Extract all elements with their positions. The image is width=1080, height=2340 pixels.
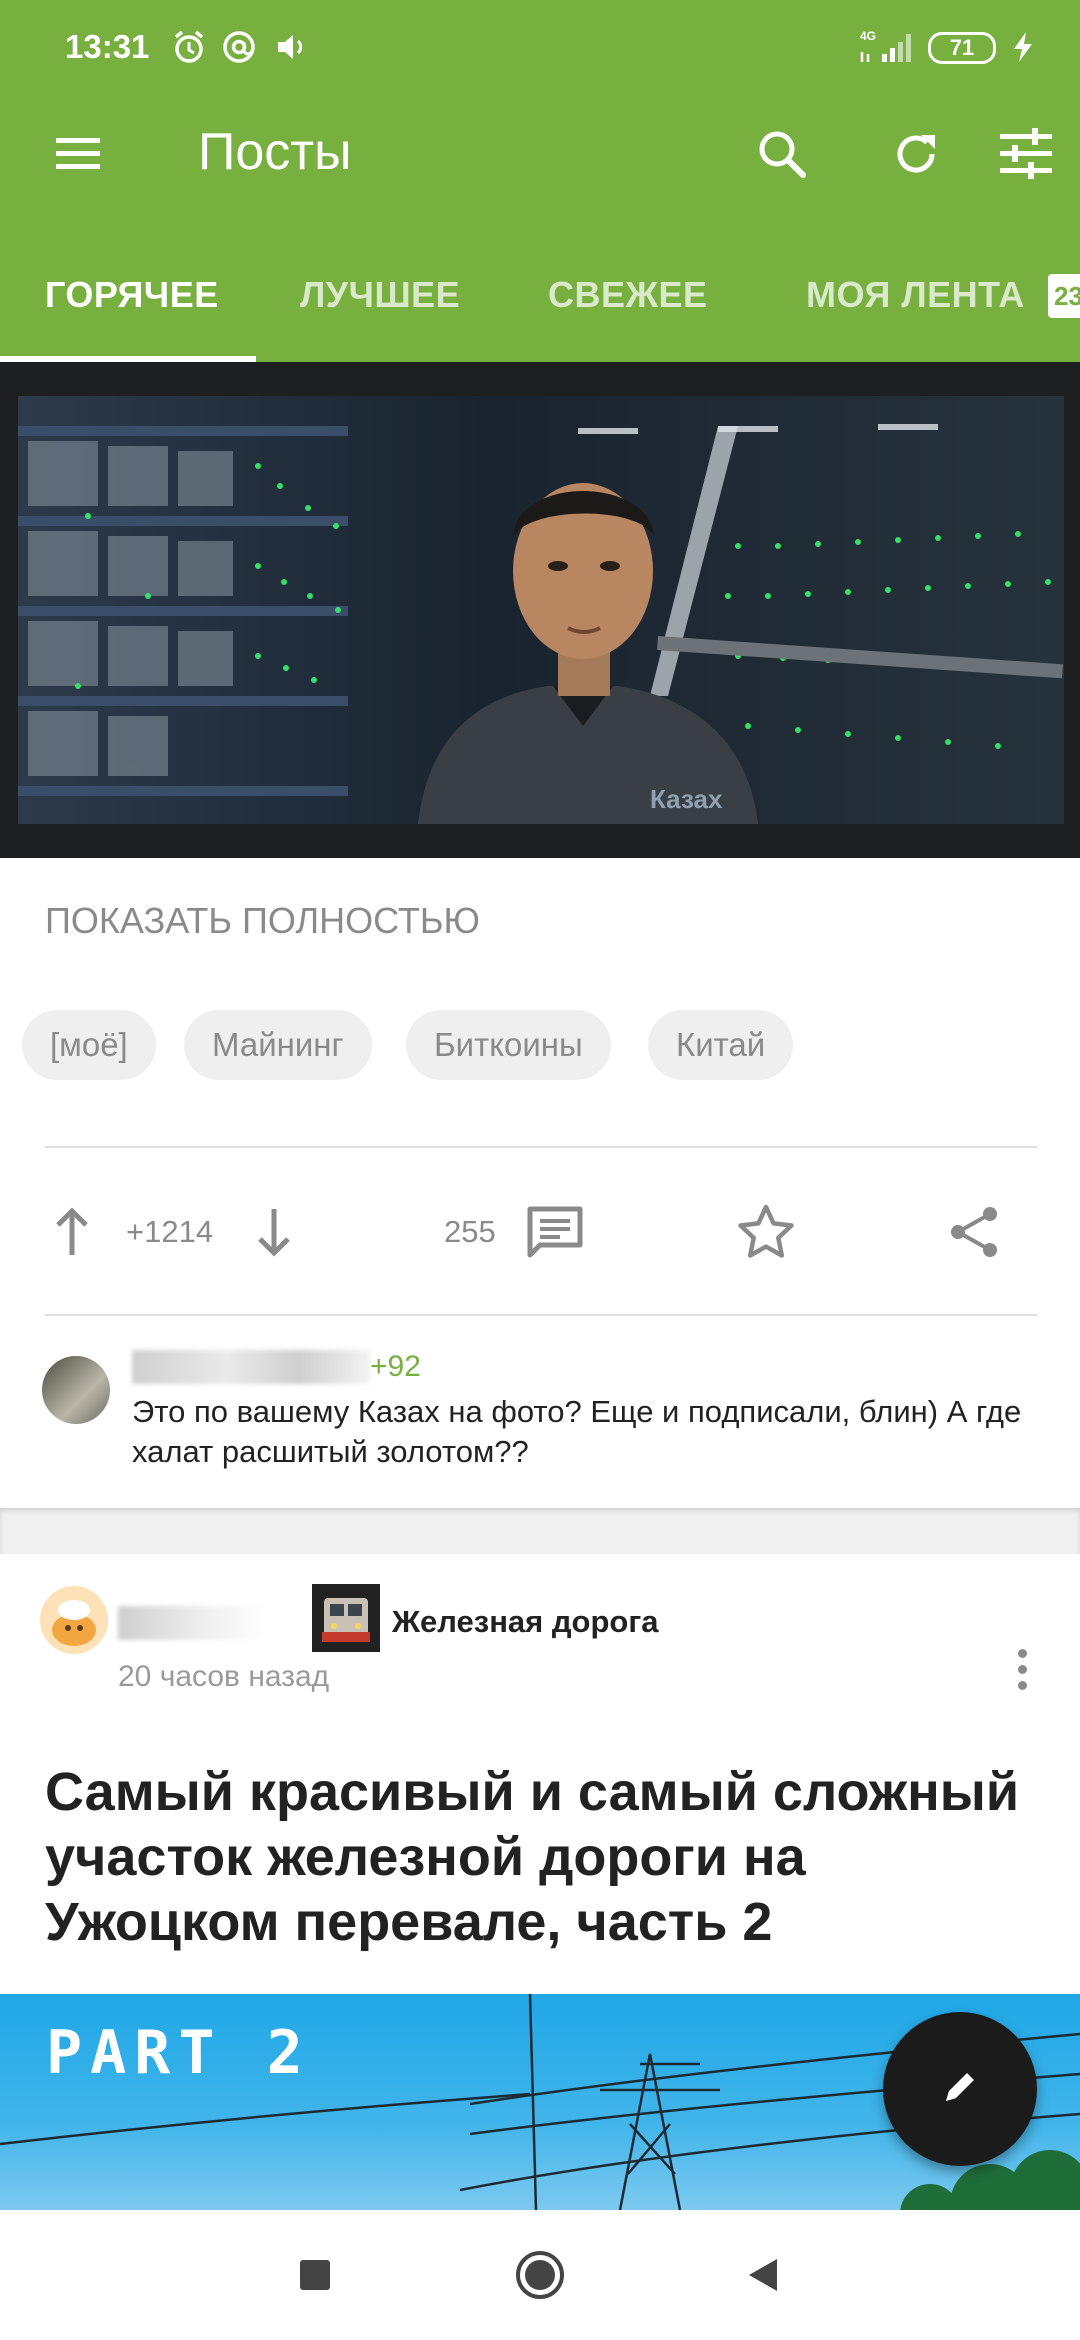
post-author-redacted[interactable] — [118, 1606, 268, 1640]
status-time: 13:31 — [65, 28, 150, 65]
alarm-icon — [170, 28, 208, 66]
community-icon[interactable] — [312, 1584, 380, 1652]
star-icon[interactable] — [736, 1186, 796, 1278]
system-nav-bar — [0, 2210, 1080, 2340]
pencil-icon — [940, 2067, 980, 2112]
comments-icon[interactable] — [526, 1186, 586, 1278]
comments-count[interactable]: 255 — [444, 1186, 496, 1278]
search-icon[interactable] — [746, 118, 818, 190]
post-separator — [0, 1508, 1080, 1554]
upvote-icon[interactable] — [50, 1186, 100, 1278]
feed-tabs: ГОРЯЧЕЕ ЛУЧШЕЕ СВЕЖЕЕ МОЯ ЛЕНТА 23 — [0, 260, 1080, 362]
rating-value: +1214 — [126, 1214, 214, 1249]
tag-item[interactable]: Майнинг — [184, 1010, 372, 1080]
tab-best[interactable]: ЛУЧШЕЕ — [300, 274, 460, 316]
volume-icon — [272, 28, 310, 66]
tag-item[interactable]: Китай — [648, 1010, 794, 1080]
filter-icon[interactable] — [990, 118, 1062, 190]
home-icon[interactable] — [490, 2210, 590, 2340]
refresh-icon[interactable] — [880, 118, 952, 190]
tag-item[interactable]: [моё] — [22, 1010, 156, 1080]
divider — [45, 1314, 1037, 1316]
tab-badge: 23 — [1048, 274, 1080, 318]
back-icon[interactable] — [712, 2210, 812, 2340]
post-time: 20 часов назад — [118, 1660, 330, 1693]
tab-hot[interactable]: ГОРЯЧЕЕ — [45, 274, 219, 316]
divider — [45, 1146, 1037, 1148]
tab-fresh[interactable]: СВЕЖЕЕ — [548, 274, 708, 316]
share-icon[interactable] — [946, 1186, 1006, 1278]
app-bar: 13:31 4G 71 Посты ГОРЯЧЕЕ ЛУЧШЕЕ СВЕЖЕЕ … — [0, 0, 1080, 362]
more-options-icon[interactable] — [1000, 1636, 1044, 1702]
at-icon — [220, 28, 258, 66]
menu-icon[interactable] — [42, 118, 114, 190]
post-actions: +1214 255 — [0, 1186, 1080, 1278]
svg-text:4G: 4G — [860, 29, 876, 43]
post-image[interactable]: Казах — [18, 396, 1064, 824]
post-title[interactable]: Самый красивый и самый сложный участок ж… — [45, 1760, 1045, 1955]
compose-button[interactable] — [883, 2012, 1037, 2166]
svg-text:Казах: Казах — [650, 784, 723, 814]
battery-icon: 71 — [928, 32, 996, 64]
page-title: Посты — [198, 123, 352, 181]
comment-author-redacted[interactable] — [132, 1350, 370, 1384]
community-name[interactable]: Железная дорога — [392, 1604, 659, 1640]
comment-score: +92 — [370, 1350, 421, 1383]
avatar[interactable] — [40, 1586, 108, 1654]
tab-my-feed[interactable]: МОЯ ЛЕНТА — [806, 274, 1025, 316]
recents-icon[interactable] — [265, 2210, 365, 2340]
status-bar: 13:31 4G 71 — [0, 0, 1080, 96]
signal-icon: 4G — [858, 28, 918, 66]
charging-icon — [1004, 28, 1042, 66]
downvote-icon[interactable] — [252, 1186, 302, 1278]
avatar[interactable] — [42, 1356, 110, 1424]
comment-text[interactable]: Это по вашему Казах на фото? Еще и подпи… — [132, 1392, 1032, 1472]
tag-item[interactable]: Биткоины — [406, 1010, 611, 1080]
show-full-button[interactable]: ПОКАЗАТЬ ПОЛНОСТЬЮ — [45, 900, 480, 942]
